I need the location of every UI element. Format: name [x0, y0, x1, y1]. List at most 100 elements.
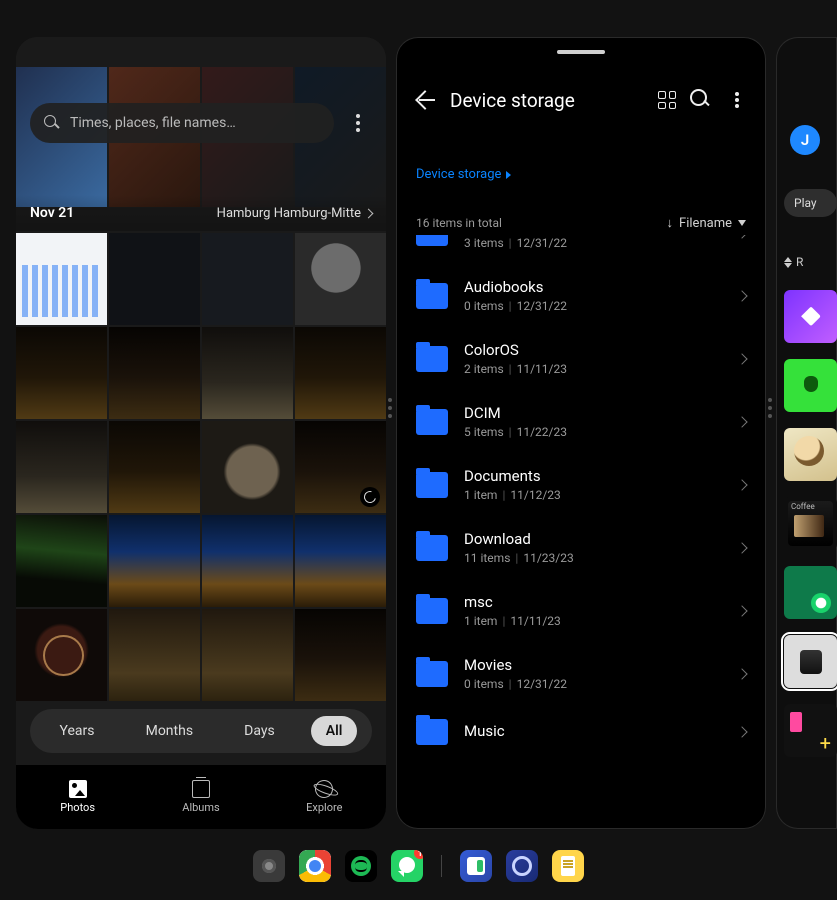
- photo-thumb[interactable]: [109, 421, 200, 513]
- photo-thumb[interactable]: [202, 233, 293, 325]
- files-app-card[interactable]: Device storage Device storage 16 items i…: [396, 37, 766, 829]
- photo-thumb[interactable]: [16, 233, 107, 325]
- photo-thumb[interactable]: [109, 515, 200, 607]
- chevron-right-icon: [736, 290, 747, 301]
- folder-meta: 5 items|11/22/23: [464, 425, 722, 439]
- chip-years[interactable]: Years: [45, 716, 110, 746]
- playlist-tile[interactable]: Coffee: [784, 497, 837, 550]
- view-grid-button[interactable]: [658, 91, 676, 109]
- folder-icon: [416, 346, 448, 372]
- playlist-tile[interactable]: [784, 566, 837, 619]
- photo-thumb[interactable]: [16, 515, 107, 607]
- back-button[interactable]: [414, 89, 436, 111]
- photo-thumb[interactable]: [295, 327, 386, 419]
- photo-thumb[interactable]: [202, 609, 293, 701]
- photos-app-card[interactable]: Times, places, file names… Nov 21 Hambur…: [16, 37, 386, 829]
- breadcrumb[interactable]: Device storage: [416, 167, 511, 182]
- nav-explore[interactable]: Explore: [263, 765, 386, 829]
- playlist-tile[interactable]: [784, 290, 837, 343]
- docs-app-icon[interactable]: [552, 850, 584, 882]
- folder-row[interactable]: Download 11 items|11/23/23: [396, 516, 766, 579]
- photo-thumb[interactable]: [202, 421, 293, 513]
- chip-months[interactable]: Months: [131, 716, 208, 746]
- resize-handle[interactable]: [768, 398, 772, 418]
- folder-row[interactable]: Music: [396, 705, 766, 759]
- folder-meta: 3 items|12/31/22: [464, 236, 722, 250]
- photo-thumb[interactable]: [109, 609, 200, 701]
- folder-list[interactable]: Android 3 items|12/31/22 Audiobooks 0 it…: [396, 235, 766, 829]
- folder-row[interactable]: Movies 0 items|12/31/22: [396, 642, 766, 705]
- folder-name: ColorOS: [464, 341, 722, 359]
- folder-row[interactable]: ColorOS 2 items|11/11/23: [396, 327, 766, 390]
- app-dock: 1: [0, 842, 837, 890]
- settings-app-icon[interactable]: [506, 850, 538, 882]
- notes-app-icon[interactable]: [460, 850, 492, 882]
- photo-thumb[interactable]: [202, 515, 293, 607]
- sort-button[interactable]: R: [784, 255, 803, 269]
- camera-app-icon[interactable]: [253, 850, 285, 882]
- folder-name: msc: [464, 593, 722, 611]
- chevron-right-icon: [736, 668, 747, 679]
- chevron-right-icon: [736, 353, 747, 364]
- photo-grid: [16, 233, 386, 765]
- photo-thumb[interactable]: [16, 421, 107, 513]
- explore-icon: [313, 777, 336, 800]
- notification-badge: 1: [414, 850, 423, 859]
- search-button[interactable]: [690, 89, 712, 111]
- photo-thumb[interactable]: [295, 421, 386, 513]
- photo-thumb[interactable]: [109, 327, 200, 419]
- photo-thumb[interactable]: [16, 609, 107, 701]
- play-chip[interactable]: Play: [784, 189, 837, 217]
- playlist-tile[interactable]: [784, 428, 837, 481]
- photo-thumb[interactable]: [202, 327, 293, 419]
- folder-meta: 11 items|11/23/23: [464, 551, 722, 565]
- folder-icon: [416, 598, 448, 624]
- photo-thumb[interactable]: [295, 233, 386, 325]
- chip-days[interactable]: Days: [229, 716, 290, 746]
- photo-thumb[interactable]: [109, 233, 200, 325]
- folder-icon: [416, 535, 448, 561]
- more-options-button[interactable]: [344, 114, 372, 132]
- caret-right-icon: [506, 171, 511, 179]
- folder-name: Movies: [464, 656, 722, 674]
- folder-meta: 0 items|12/31/22: [464, 299, 722, 313]
- chrome-app-icon[interactable]: [299, 850, 331, 882]
- folder-row[interactable]: msc 1 item|11/11/23: [396, 579, 766, 642]
- third-app-card[interactable]: J Play R Coffee: [776, 37, 837, 829]
- more-options-button[interactable]: [726, 92, 748, 108]
- spotify-app-icon[interactable]: [345, 850, 377, 882]
- item-count: 16 items in total: [416, 216, 502, 230]
- search-icon: [44, 115, 60, 131]
- nav-albums[interactable]: Albums: [139, 765, 262, 829]
- folder-name: Music: [464, 722, 722, 740]
- playlist-tile[interactable]: [784, 635, 837, 688]
- chevron-right-icon: [736, 542, 747, 553]
- date-label: Nov 21: [30, 205, 74, 221]
- sort-button[interactable]: ↓ Filename: [667, 215, 746, 231]
- folder-row[interactable]: DCIM 5 items|11/22/23: [396, 390, 766, 453]
- avatar[interactable]: J: [790, 125, 820, 155]
- folder-name: DCIM: [464, 404, 722, 422]
- photo-thumb[interactable]: [295, 515, 386, 607]
- chevron-right-icon: [736, 479, 747, 490]
- folder-icon: [416, 472, 448, 498]
- nav-photos[interactable]: Photos: [16, 765, 139, 829]
- folder-row[interactable]: Documents 1 item|11/12/23: [396, 453, 766, 516]
- folder-row[interactable]: Android 3 items|12/31/22: [396, 235, 766, 264]
- drag-handle[interactable]: [557, 50, 605, 54]
- photo-thumb[interactable]: [16, 327, 107, 419]
- folder-row[interactable]: Audiobooks 0 items|12/31/22: [396, 264, 766, 327]
- dropdown-icon: [738, 220, 746, 226]
- photo-thumb[interactable]: [295, 609, 386, 701]
- date-location-row[interactable]: Nov 21 Hamburg Hamburg-Mitte: [16, 195, 386, 231]
- sort-icon: [784, 257, 792, 268]
- resize-handle[interactable]: [388, 398, 392, 418]
- search-input[interactable]: Times, places, file names…: [30, 103, 334, 143]
- time-chip-bar: Years Months Days All: [30, 709, 372, 753]
- playlist-tile[interactable]: [784, 359, 837, 412]
- photos-icon: [69, 780, 87, 798]
- chevron-right-icon: [736, 235, 747, 238]
- playlist-tile[interactable]: [784, 704, 837, 757]
- whatsapp-app-icon[interactable]: 1: [391, 850, 423, 882]
- chip-all[interactable]: All: [311, 716, 358, 746]
